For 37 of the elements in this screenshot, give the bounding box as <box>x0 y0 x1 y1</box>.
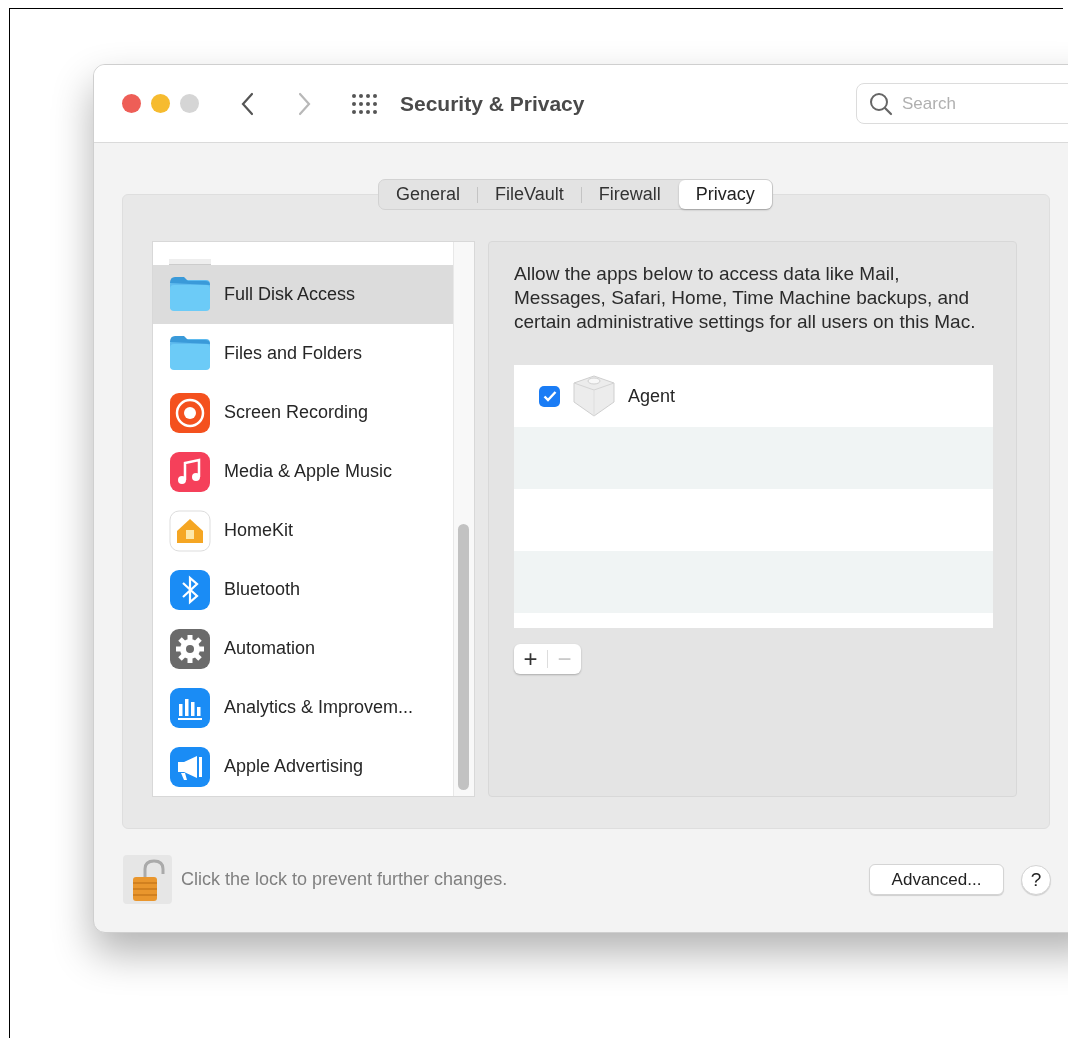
tab[interactable]: General <box>379 180 478 209</box>
grid-icon[interactable] <box>351 92 379 115</box>
search-field[interactable]: Search <box>856 83 1068 124</box>
sidebar-item[interactable]: Media & Apple Music <box>153 442 453 501</box>
add-button[interactable]: + <box>514 645 547 673</box>
record-icon <box>169 391 211 434</box>
advanced-button[interactable]: Advanced... <box>869 864 1004 895</box>
bluetooth-icon <box>169 568 211 611</box>
house-icon <box>169 509 211 552</box>
description-text: Allow the apps below to access data like Mail, Messages, Safari, Home, Time Machine backups, and certain administrative settings for all users on this Mac. <box>514 262 976 334</box>
checkbox[interactable] <box>539 385 560 407</box>
window-title: Security & Privacy <box>400 90 585 117</box>
sidebar-item[interactable]: Analytics & Improvem... <box>153 678 453 737</box>
sidebar-item[interactable]: Automation <box>153 619 453 678</box>
megaphone-icon <box>169 745 211 788</box>
padlock-icon[interactable] <box>123 855 172 904</box>
sidebar-item[interactable]: Apple Advertising <box>153 737 453 796</box>
search-icon <box>869 92 893 116</box>
bar-chart-icon <box>169 686 211 729</box>
gear-icon <box>169 627 211 670</box>
tab[interactable]: Privacy <box>678 180 772 209</box>
scrollbar-thumb[interactable] <box>458 524 469 790</box>
tab[interactable]: Firewall <box>581 180 678 209</box>
sidebar-item[interactable]: Files and Folders <box>153 324 453 383</box>
cube-icon <box>572 374 616 418</box>
music-note-icon <box>169 450 211 493</box>
back-icon[interactable] <box>241 91 255 116</box>
sidebar-item[interactable]: Bluetooth <box>153 560 453 619</box>
sidebar-item[interactable]: Screen Recording <box>153 383 453 442</box>
sidebar-item[interactable]: HomeKit <box>153 501 453 560</box>
sidebar-item[interactable]: Full Disk Access <box>153 265 453 324</box>
forward-icon[interactable] <box>297 91 311 116</box>
help-button[interactable]: ? <box>1021 864 1051 895</box>
app-name: Agent <box>628 384 676 408</box>
lock-message: Click the lock to prevent further changes. <box>181 868 508 891</box>
checkmark-icon <box>542 390 557 402</box>
tab[interactable]: FileVault <box>478 180 581 209</box>
